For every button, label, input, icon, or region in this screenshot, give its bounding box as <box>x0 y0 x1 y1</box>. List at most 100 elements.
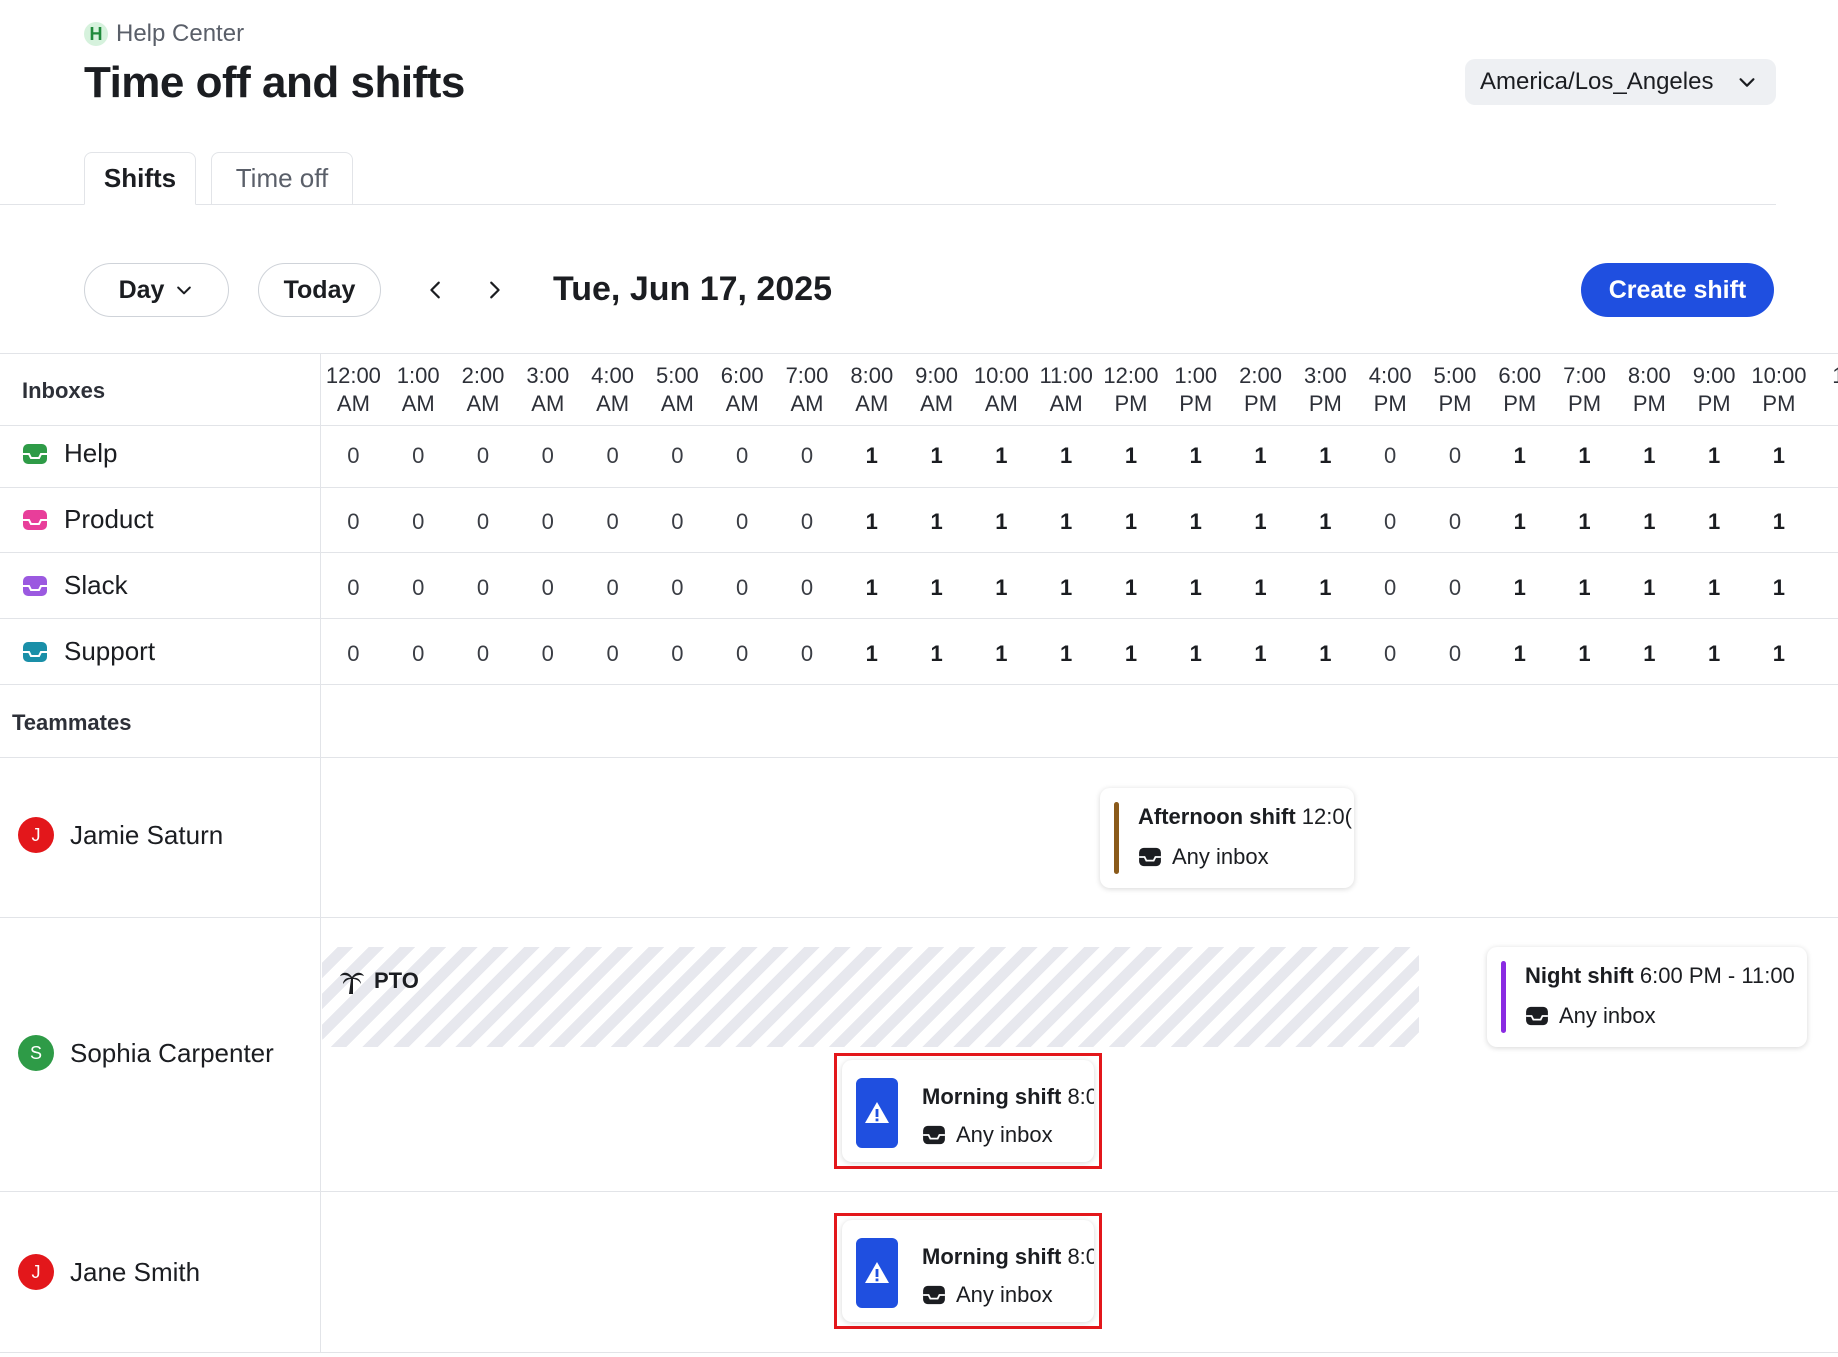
hour-meridiem: AM <box>466 391 500 416</box>
coverage-count: 0 <box>800 509 814 534</box>
hour-time: 4:00 <box>591 363 634 388</box>
tab-shifts[interactable]: Shifts <box>84 152 196 205</box>
pto-block[interactable] <box>322 947 1419 1047</box>
previous-day-button[interactable] <box>418 272 454 308</box>
coverage-count: 1 <box>995 575 1008 600</box>
teammate-row-jamie[interactable]: J Jamie Saturn <box>18 817 223 853</box>
coverage-row: 0 0 0 0 0 0 0 0 1 1 1 1 1 1 1 1 0 0 1 1 1 1 1 <box>321 641 1811 667</box>
hour-meridiem: PM <box>1568 391 1602 416</box>
coverage-count: 0 <box>606 509 619 534</box>
coverage-count: 0 <box>800 575 814 600</box>
hour-header: 4:00 AM <box>580 362 645 420</box>
timezone-select[interactable]: America/Los_Angeles <box>1465 59 1776 105</box>
coverage-count: 0 <box>606 641 619 666</box>
coverage-count: 1 <box>1578 509 1591 534</box>
coverage-count: 0 <box>671 641 684 666</box>
grid-line <box>0 425 1838 426</box>
next-day-button[interactable] <box>476 272 512 308</box>
hour-meridiem: PM <box>1632 391 1666 416</box>
hour-meridiem: AM <box>790 391 824 416</box>
shift-card-afternoon[interactable]: Afternoon shift 12:0( Any inbox <box>1100 788 1354 888</box>
coverage-count: 1 <box>1189 509 1202 534</box>
view-select[interactable]: Day <box>84 263 229 317</box>
hour-header: 9:00 PM <box>1682 362 1747 420</box>
coverage-count: 0 <box>736 575 749 600</box>
inbox-icon <box>23 443 47 464</box>
coverage-count: 1 <box>865 443 878 468</box>
hour-time: 3:00 <box>1303 363 1347 388</box>
shift-card-morning-jane[interactable]: Morning shift 8:0 Any inbox <box>842 1220 1094 1322</box>
hour-meridiem: PM <box>1438 391 1472 416</box>
coverage-count: 1 <box>1772 641 1786 666</box>
hour-time: 7:00 <box>785 363 829 388</box>
palm-tree-icon <box>340 972 364 994</box>
coverage-count: 1 <box>1513 575 1526 600</box>
coverage-count: 1 <box>1189 443 1202 468</box>
hour-header: 3:00 PM <box>1293 362 1358 420</box>
coverage-count: 1 <box>1578 443 1591 468</box>
pto-text: PTO <box>374 968 419 993</box>
hour-time: 10:00 <box>1751 363 1807 388</box>
today-button[interactable]: Today <box>258 263 381 317</box>
coverage-count: 1 <box>1643 443 1656 468</box>
inbox-row-product[interactable]: Product <box>22 504 154 535</box>
hour-time: 6:00 <box>1498 363 1542 388</box>
coverage-count: 1 <box>1708 641 1721 666</box>
coverage-count: 1 <box>1060 641 1073 666</box>
hour-time: 8:00 <box>850 363 894 388</box>
shift-card-night[interactable]: Night shift 6:00 PM - 11:00 Any inbox <box>1487 947 1807 1047</box>
grid-line <box>0 757 1838 758</box>
inbox-row-support[interactable]: Support <box>22 636 155 667</box>
hour-meridiem: PM <box>1503 391 1537 416</box>
hour-header: 10:00 PM <box>1747 362 1812 420</box>
hour-meridiem: AM <box>596 391 630 416</box>
hour-time: 12:00 <box>325 363 381 388</box>
coverage-count: 1 <box>930 575 943 600</box>
shift-inbox-label: Any inbox <box>956 1122 1053 1147</box>
hour-time: 8:00 <box>1627 363 1671 388</box>
hour-meridiem: AM <box>920 391 954 416</box>
shift-name: Morning shift <box>922 1084 1062 1109</box>
warning-badge <box>856 1078 898 1148</box>
shift-card-morning-sophia[interactable]: Morning shift 8:0 Any inbox <box>842 1060 1094 1162</box>
coverage-count: 1 <box>1319 641 1332 666</box>
coverage-count: 1 <box>995 509 1008 534</box>
coverage-count: 1 <box>865 509 878 534</box>
coverage-count: 1 <box>865 575 878 600</box>
create-shift-button[interactable]: Create shift <box>1581 263 1774 317</box>
timezone-value: America/Los_Angeles <box>1480 68 1714 95</box>
tab-time-off[interactable]: Time off <box>211 152 353 205</box>
hour-time: 9:00 <box>915 363 958 388</box>
coverage-count: 0 <box>671 575 684 600</box>
coverage-count: 0 <box>476 575 490 600</box>
coverage-count: 1 <box>1643 575 1656 600</box>
inbox-row-help[interactable]: Help <box>22 438 117 469</box>
hour-meridiem: PM <box>1114 391 1148 416</box>
hour-time: 6:00 <box>720 363 764 388</box>
coverage-count: 0 <box>800 443 814 468</box>
coverage-count: 0 <box>412 509 425 534</box>
hour-meridiem: PM <box>1762 391 1796 416</box>
breadcrumb-label[interactable]: Help Center <box>116 20 244 48</box>
help-center-badge: H <box>84 22 108 46</box>
coverage-count: 0 <box>541 443 554 468</box>
hour-meridiem: PM <box>1179 391 1213 416</box>
coverage-count: 0 <box>541 575 554 600</box>
inbox-icon <box>1139 847 1161 867</box>
coverage-count: 0 <box>412 641 425 666</box>
teammate-row-jane[interactable]: J Jane Smith <box>18 1254 200 1290</box>
chevron-down-icon <box>177 286 192 295</box>
inbox-icon <box>1526 1006 1548 1026</box>
inbox-name: Slack <box>64 570 128 600</box>
coverage-count: 1 <box>1513 443 1526 468</box>
hour-time: 11:00 <box>1039 363 1093 388</box>
breadcrumb[interactable]: H Help Center <box>84 20 244 48</box>
shift-inbox-label: Any inbox <box>1172 844 1269 869</box>
inbox-name: Support <box>64 636 156 666</box>
inbox-row-slack[interactable]: Slack <box>22 570 128 601</box>
teammate-name: Sophia Carpenter <box>70 1037 274 1068</box>
hour-header: 8:00 PM <box>1617 362 1682 420</box>
hour-meridiem: PM <box>1244 391 1278 416</box>
teammate-row-sophia[interactable]: S Sophia Carpenter <box>18 1035 274 1071</box>
coverage-count: 0 <box>347 443 360 468</box>
